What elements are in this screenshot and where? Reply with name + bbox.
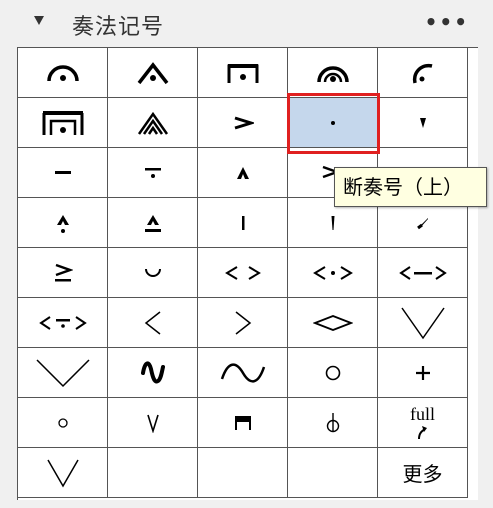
more-options-icon[interactable]: ••• (425, 12, 469, 32)
up-bow-icon[interactable] (108, 398, 198, 448)
collapse-arrow-icon[interactable] (34, 16, 44, 25)
accent-icon[interactable] (198, 98, 288, 148)
crescendo-icon[interactable] (108, 298, 198, 348)
panel-title: 奏法记号 (72, 15, 165, 40)
thumb-position-icon[interactable] (288, 398, 378, 448)
tooltip: 断奏号（上） (334, 167, 487, 207)
fermata-long-icon[interactable] (288, 48, 378, 98)
more-button-label: 更多 (402, 462, 443, 486)
articulation-grid: full 更多 (17, 47, 478, 500)
fermata-icon[interactable] (18, 48, 108, 98)
more-button[interactable]: 更多 (378, 448, 468, 498)
tenuto-staccato-icon[interactable] (108, 148, 198, 198)
fermata-short-icon[interactable] (378, 48, 468, 98)
decrescendo-large-icon[interactable] (378, 298, 468, 348)
messa-di-voce-dot-icon[interactable] (288, 248, 378, 298)
empty-cell (198, 448, 288, 498)
fermata-double-triangle-icon[interactable] (108, 98, 198, 148)
staccato-icon[interactable] (288, 98, 378, 148)
stopped-plus-icon[interactable] (378, 348, 468, 398)
empty-cell (288, 448, 378, 498)
staccatissimo-stroke-icon[interactable] (198, 198, 288, 248)
empty-cell (108, 448, 198, 498)
tenuto-icon[interactable] (18, 148, 108, 198)
fermata-triangle-icon[interactable] (108, 48, 198, 98)
staccatissimo-wedge-icon[interactable] (378, 98, 468, 148)
crescendo-large-icon[interactable] (18, 348, 108, 398)
marcato-staccato-icon[interactable] (18, 198, 108, 248)
messa-di-voce-icon[interactable] (198, 248, 288, 298)
fermata-square-icon[interactable] (198, 48, 288, 98)
marcato-tenuto-icon[interactable] (108, 198, 198, 248)
full-bend-label: full (410, 403, 435, 424)
decrescendo-bottom-icon[interactable] (18, 448, 108, 498)
messa-di-voce-tenuto-icon[interactable] (18, 298, 108, 348)
panel-header[interactable]: 奏法记号 ••• (0, 0, 493, 46)
fermata-very-long-icon[interactable] (18, 98, 108, 148)
open-circle-small-icon[interactable] (18, 398, 108, 448)
diamond-dynamics-icon[interactable] (288, 298, 378, 348)
full-bend-icon[interactable]: full (378, 398, 468, 448)
accent-tenuto-icon[interactable] (18, 248, 108, 298)
marcato-icon[interactable] (198, 148, 288, 198)
down-bow-icon[interactable] (198, 398, 288, 448)
messa-di-voce-line-icon[interactable] (378, 248, 468, 298)
vibrato-icon[interactable] (108, 348, 198, 398)
decrescendo-icon[interactable] (198, 298, 288, 348)
wave-icon[interactable] (198, 348, 288, 398)
breve-icon[interactable] (108, 248, 198, 298)
harmonic-circle-icon[interactable] (288, 348, 378, 398)
